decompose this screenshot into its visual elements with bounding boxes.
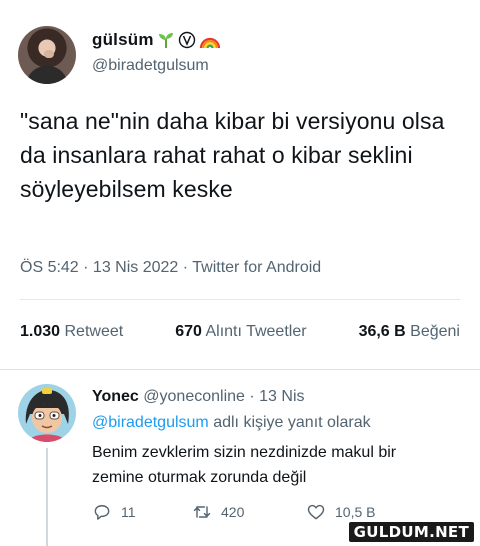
tweet-stats: 1.030 Retweet 670 Alıntı Tweetler 36,6 B… [20,323,460,341]
reply-text: Benim zevklerim sizin nezdinizde makul b… [92,444,397,486]
retweet-count[interactable]: 1.030 Retweet [20,323,123,341]
circled-v-icon [178,31,195,49]
rainbow-icon [199,37,220,49]
section-separator [0,369,480,370]
reply-author-handle[interactable]: @yoneconline [143,388,245,405]
reply-button[interactable]: 11 [92,502,136,522]
reply-date[interactable]: 13 Nis [259,388,304,405]
tweet-text: "sana ne"nin daha kibar bi versiyonu ols… [20,108,445,202]
seedling-icon [158,33,173,48]
author-name[interactable]: gülsüm [92,30,154,50]
reply-to-mention[interactable]: @biradetgulsum [92,414,209,431]
reply-like-count: 10,5 B [335,504,376,520]
thread-line [46,448,48,546]
reply-retweet-count: 420 [221,504,245,520]
reply-actions: 11 420 10,5 B [92,502,422,524]
tweet-meta[interactable]: ÖS 5:42 · 13 Nis 2022 · Twitter for Andr… [20,259,321,277]
reply-header: Yonec @yoneconline · 13 Nis [92,388,305,406]
avatar[interactable] [18,384,76,442]
like-icon [307,504,325,520]
separator-dot: · [249,388,255,405]
author-handle[interactable]: @biradetgulsum [92,57,209,75]
like-button[interactable]: 10,5 B [306,502,375,522]
retweet-button[interactable]: 420 [192,502,244,522]
reply-icon [94,505,110,520]
reply-context: @biradetgulsum adlı kişiye yanıt olarak [92,414,371,432]
retweet-icon [193,506,211,518]
like-count[interactable]: 36,6 B Beğeni [359,323,460,341]
reply-count: 11 [121,504,136,520]
divider [20,299,460,300]
reply-author-name[interactable]: Yonec [92,388,139,405]
quote-count[interactable]: 670 Alıntı Tweetler [175,323,306,341]
tweet-author[interactable]: gülsüm [92,30,221,50]
main-tweet: gülsüm @biradetgulsum "sana ne"nin daha … [0,0,480,372]
watermark-logo: GULDUM.NET [348,522,474,542]
avatar[interactable] [18,26,76,84]
reply-to-suffix: adlı kişiye yanıt olarak [213,414,371,431]
reply-tweet[interactable]: Yonec @yoneconline · 13 Nis @biradetguls… [0,372,480,546]
